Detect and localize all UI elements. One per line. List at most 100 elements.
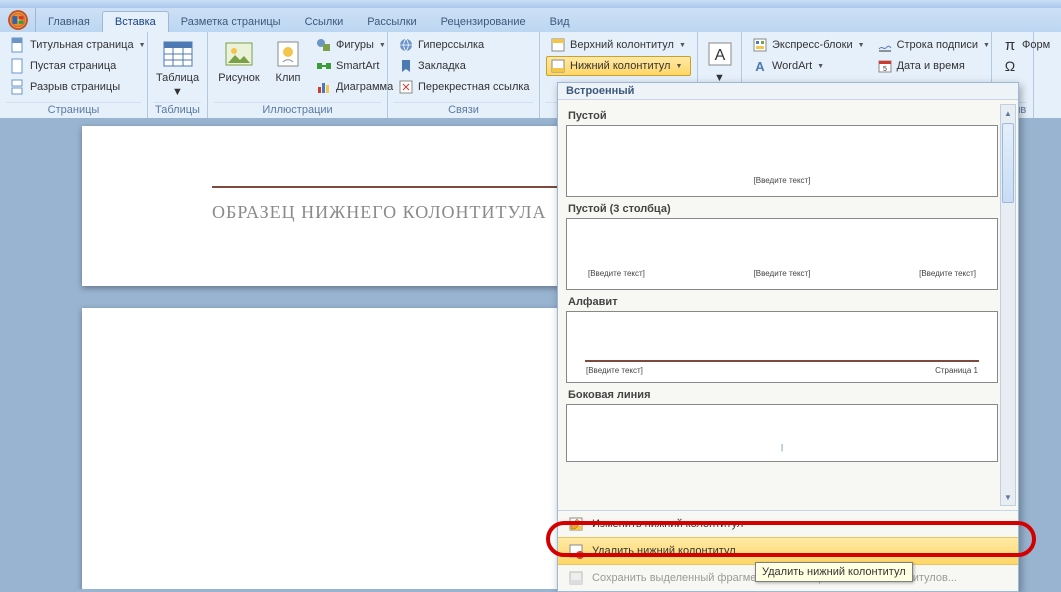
datetime-icon: 5 — [877, 58, 893, 74]
tab-review[interactable]: Рецензирование — [429, 12, 538, 32]
header-label: Верхний колонтитул — [570, 39, 674, 51]
chart-icon — [316, 79, 332, 95]
gallery-item-blank3[interactable]: [Введите текст] [Введите текст] [Введите… — [566, 218, 998, 290]
smartart-icon — [316, 58, 332, 74]
datetime-label: Дата и время — [897, 60, 965, 72]
svg-text:A: A — [755, 59, 765, 74]
smartart-button[interactable]: SmartArt — [312, 56, 397, 76]
tab-mailings[interactable]: Рассылки — [355, 12, 428, 32]
cover-page-icon — [10, 37, 26, 53]
crossref-label: Перекрестная ссылка — [418, 81, 530, 93]
gallery-scroll: Пустой [Введите текст] Пустой (3 столбца… — [558, 100, 1018, 510]
placeholder-text: [Введите текст] — [918, 268, 977, 279]
chevron-down-icon: ▼ — [679, 42, 686, 49]
group-tables: Таблица ▼ Таблицы — [148, 32, 208, 118]
crossref-icon — [398, 79, 414, 95]
quickparts-button[interactable]: Экспресс-блоки ▼ — [748, 35, 869, 55]
remove-footer-icon — [568, 543, 584, 559]
quickparts-icon — [752, 37, 768, 53]
gallery-item-blank[interactable]: [Введите текст] — [566, 125, 998, 197]
gallery-item-sideline[interactable]: | — [566, 404, 998, 462]
table-icon — [162, 38, 194, 70]
clip-button[interactable]: Клип — [268, 35, 308, 87]
footer-label: Нижний колонтитул — [570, 60, 670, 72]
shapes-icon — [316, 37, 332, 53]
window-titlebar — [0, 0, 1061, 8]
crossref-button[interactable]: Перекрестная ссылка — [394, 77, 534, 97]
cover-page-button[interactable]: Титульная страница ▼ — [6, 35, 150, 55]
page-break-icon — [10, 79, 26, 95]
placeholder-text: [Введите текст] — [585, 365, 644, 376]
group-links: Гиперссылка Закладка Перекрестная ссылка… — [388, 32, 540, 118]
placeholder-text: [Введите текст] — [587, 268, 646, 279]
tab-references[interactable]: Ссылки — [293, 12, 356, 32]
tab-insert[interactable]: Вставка — [102, 11, 169, 32]
group-tables-label: Таблицы — [154, 102, 201, 118]
group-links-label: Связи — [394, 102, 533, 118]
placeholder-text: | — [780, 442, 784, 453]
sigline-button[interactable]: Строка подписи ▼ — [873, 35, 994, 55]
bookmark-button[interactable]: Закладка — [394, 56, 534, 76]
wordart-button[interactable]: A WordArt ▼ — [748, 56, 869, 76]
scroll-up-icon[interactable]: ▲ — [1001, 105, 1015, 121]
blank-page-button[interactable]: Пустая страница — [6, 56, 150, 76]
header-button[interactable]: Верхний колонтитул ▼ — [546, 35, 691, 55]
chevron-down-icon: ▼ — [172, 86, 183, 98]
edit-footer-label: Изменить нижний колонтитул — [592, 518, 743, 530]
edit-footer-button[interactable]: Изменить нижний колонтитул — [558, 511, 1018, 537]
gallery-item-label: Пустой (3 столбца) — [568, 203, 998, 215]
pi-icon: π — [1002, 37, 1018, 53]
blank-page-label: Пустая страница — [30, 60, 116, 72]
footer-gallery: Встроенный Пустой [Введите текст] Пустой… — [557, 82, 1019, 592]
datetime-button[interactable]: 5 Дата и время — [873, 56, 994, 76]
tab-layout[interactable]: Разметка страницы — [169, 12, 293, 32]
hyperlink-label: Гиперссылка — [418, 39, 484, 51]
page-title: ОБРАЗЕЦ НИЖНЕГО КОЛОНТИТУЛА — [212, 202, 546, 223]
ribbon-tabs: Главная Вставка Разметка страницы Ссылки… — [0, 8, 1061, 32]
scroll-down-icon[interactable]: ▼ — [1001, 489, 1015, 505]
placeholder-text: Страница 1 — [934, 365, 979, 376]
chevron-down-icon: ▼ — [983, 42, 990, 49]
textbox-icon: A — [704, 38, 736, 70]
hyperlink-button[interactable]: Гиперссылка — [394, 35, 534, 55]
chevron-down-icon: ▼ — [817, 63, 824, 70]
save-selection-icon — [568, 570, 584, 586]
page-break-label: Разрыв страницы — [30, 81, 120, 93]
group-pages: Титульная страница ▼ Пустая страница Раз… — [0, 32, 148, 118]
smartart-label: SmartArt — [336, 60, 379, 72]
gallery-item-label: Пустой — [568, 110, 998, 122]
picture-icon — [223, 38, 255, 70]
table-label: Таблица — [156, 72, 199, 84]
scroll-thumb[interactable] — [1002, 123, 1014, 203]
office-button[interactable] — [0, 8, 36, 32]
symbol-button[interactable]: Ω — [998, 56, 1054, 76]
blank-page-icon — [10, 58, 26, 74]
cover-page-label: Титульная страница — [30, 39, 134, 51]
picture-button[interactable]: Рисунок — [214, 35, 264, 87]
tab-view[interactable]: Вид — [538, 12, 582, 32]
textbox-button[interactable]: A ▼ — [702, 35, 738, 87]
gallery-item-label: Алфавит — [568, 296, 998, 308]
svg-text:5: 5 — [883, 66, 887, 73]
sigline-label: Строка подписи — [897, 39, 978, 51]
clip-label: Клип — [276, 72, 301, 84]
omega-icon: Ω — [1002, 58, 1018, 74]
page-break-button[interactable]: Разрыв страницы — [6, 77, 150, 97]
gallery-item-alphabet[interactable]: [Введите текст] Страница 1 — [566, 311, 998, 383]
gallery-scrollbar[interactable]: ▲ ▼ — [1000, 104, 1016, 506]
formula-button[interactable]: π Форм — [998, 35, 1054, 55]
tab-home[interactable]: Главная — [36, 12, 102, 32]
edit-footer-icon — [568, 516, 584, 532]
clip-icon — [272, 38, 304, 70]
table-button[interactable]: Таблица ▼ — [152, 35, 204, 101]
bookmark-icon — [398, 58, 414, 74]
chart-button[interactable]: Диаграмма — [312, 77, 397, 97]
shapes-button[interactable]: Фигуры ▼ — [312, 35, 397, 55]
remove-footer-button[interactable]: Удалить нижний колонтитул — [558, 537, 1018, 565]
wordart-label: WordArt — [772, 60, 812, 72]
wordart-icon: A — [752, 58, 768, 74]
picture-label: Рисунок — [218, 72, 260, 84]
chevron-down-icon: ▼ — [675, 63, 682, 70]
footer-button[interactable]: Нижний колонтитул ▼ — [546, 56, 691, 76]
remove-footer-label: Удалить нижний колонтитул — [592, 545, 736, 557]
